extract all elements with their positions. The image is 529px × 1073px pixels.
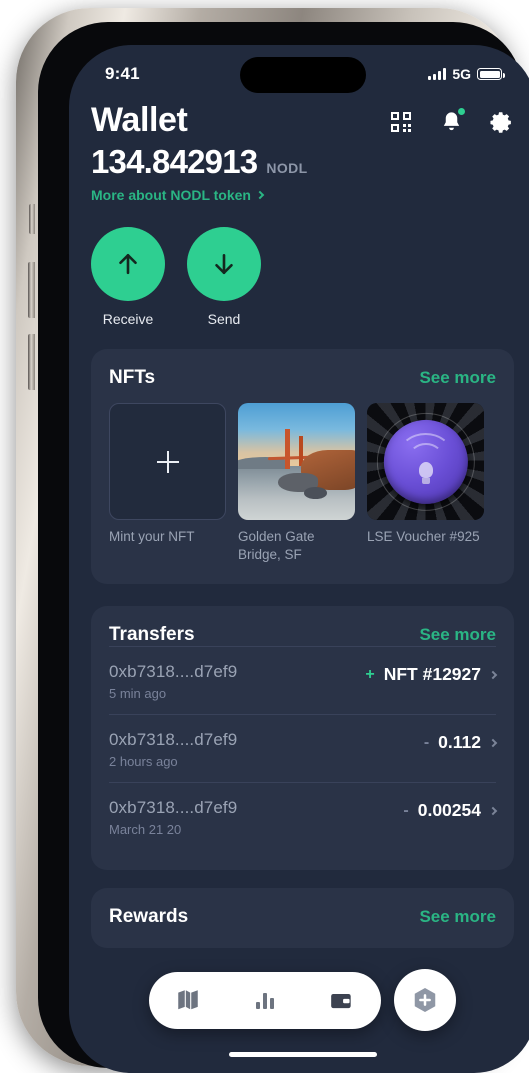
transfer-sign: + (365, 665, 375, 683)
transfer-address: 0xb7318....d7ef9 (109, 798, 238, 818)
map-icon[interactable] (175, 987, 201, 1013)
transfer-amount-group: - 0.112 (423, 730, 498, 753)
add-button[interactable] (394, 969, 456, 1031)
battery-icon (477, 68, 505, 80)
balance-unit: NODL (266, 160, 308, 176)
page-title: Wallet (91, 101, 188, 139)
mint-nft-placeholder (109, 403, 226, 520)
rewards-title: Rewards (109, 906, 189, 928)
nft-item[interactable]: Golden Gate Bridge, SF (238, 403, 355, 564)
nfts-list: Mint your NFT Golden Gate Bridge, SF LSE… (109, 403, 496, 564)
signal-bars-icon (428, 68, 447, 80)
home-indicator (228, 1052, 377, 1057)
bar-chart-icon[interactable] (252, 987, 278, 1013)
transfer-time: March 21 20 (109, 822, 182, 838)
receive-button[interactable]: Receive (91, 227, 165, 327)
table-row[interactable]: 0xb7318....d7ef9 5 min ago + NFT #12927 (109, 646, 498, 714)
nft-caption: Golden Gate Bridge, SF (238, 529, 315, 563)
nft-caption: Mint your NFT (109, 529, 195, 544)
more-about-token-link[interactable]: More about NODL token (91, 187, 514, 203)
table-row[interactable]: 0xb7318....d7ef9 March 21 20 - 0.00254 (109, 782, 498, 850)
wallet-app: Wallet 134.842913 NODL More about NODL t… (69, 45, 529, 1073)
transfer-address: 0xb7318....d7ef9 (109, 730, 238, 750)
rewards-see-more-link[interactable]: See more (419, 907, 496, 927)
transfer-info: 0xb7318....d7ef9 2 hours ago (109, 730, 237, 769)
silent-switch[interactable] (29, 204, 35, 234)
transfer-info: 0xb7318....d7ef9 March 21 20 (109, 798, 237, 837)
nft-mint-item[interactable]: Mint your NFT (109, 403, 226, 564)
transfer-time: 2 hours ago (109, 754, 178, 770)
status-indicators: 5G (428, 66, 505, 82)
rewards-card-header: Rewards See more (109, 906, 496, 928)
nft-thumbnail-lse-voucher (367, 403, 484, 520)
chevron-right-icon (488, 670, 498, 680)
status-time: 9:41 (105, 64, 140, 83)
action-buttons: Receive Send (91, 227, 514, 327)
transfers-card: Transfers See more 0xb7318....d7ef9 5 mi… (91, 606, 514, 871)
chevron-right-icon (255, 190, 265, 200)
wallet-icon[interactable] (329, 987, 355, 1013)
nfts-card: NFTs See more Mint your NFT Golden Gate … (91, 349, 514, 585)
arrow-up-icon (119, 253, 137, 275)
screenshot-stage: 9:41 5G Wallet 134.842913 NODL More abou… (0, 0, 529, 1073)
nfts-card-header: NFTs See more (109, 367, 496, 389)
phone-screen: 9:41 5G Wallet 134.842913 NODL More abou… (69, 45, 529, 1073)
hexagon-plus-icon (414, 988, 436, 1012)
header-actions (388, 108, 514, 135)
lse-voucher-artwork (367, 403, 484, 520)
gear-icon[interactable] (488, 109, 514, 135)
transfers-card-header: Transfers See more (109, 624, 496, 646)
transfer-sign: - (423, 733, 430, 751)
receive-button-label: Receive (102, 311, 154, 327)
golden-gate-artwork (238, 403, 355, 520)
transfer-amount: 0.00254 (417, 800, 481, 821)
balance-row: 134.842913 NODL (91, 143, 514, 181)
transfers-see-more-link[interactable]: See more (419, 625, 496, 645)
chevron-right-icon (488, 738, 498, 748)
send-button-label: Send (207, 311, 241, 327)
notification-badge (458, 108, 465, 115)
balance-amount: 134.842913 (91, 143, 258, 180)
chevron-right-icon (488, 806, 498, 816)
transfer-amount: NFT #12927 (383, 664, 481, 685)
transfer-info: 0xb7318....d7ef9 5 min ago (109, 662, 237, 701)
transfer-address: 0xb7318....d7ef9 (109, 662, 238, 682)
send-button[interactable]: Send (187, 227, 261, 327)
nft-item[interactable]: LSE Voucher #925 (367, 403, 484, 564)
transfer-amount: 0.112 (438, 732, 481, 753)
bottom-navigation (69, 969, 529, 1031)
nav-bar (149, 971, 381, 1029)
volume-down-button[interactable] (28, 334, 35, 390)
nft-caption: LSE Voucher #925 (367, 529, 480, 544)
send-button-circle (187, 227, 261, 301)
qr-scan-icon[interactable] (388, 109, 414, 135)
volume-up-button[interactable] (28, 262, 35, 318)
nfts-see-more-link[interactable]: See more (419, 368, 496, 388)
arrow-down-icon (215, 253, 233, 275)
rewards-card: Rewards See more (91, 888, 514, 949)
phone-frame: 9:41 5G Wallet 134.842913 NODL More abou… (16, 8, 529, 1073)
phone-bezel: 9:41 5G Wallet 134.842913 NODL More abou… (38, 22, 529, 1073)
app-header: Wallet (91, 103, 514, 137)
nfts-title: NFTs (109, 367, 156, 388)
transfer-amount-group: + NFT #12927 (365, 662, 498, 685)
transfers-title: Transfers (109, 624, 195, 646)
table-row[interactable]: 0xb7318....d7ef9 2 hours ago - 0.112 (109, 714, 498, 782)
transfer-amount-group: - 0.00254 (403, 798, 498, 821)
transfer-time: 5 min ago (109, 686, 167, 702)
transfer-sign: - (403, 801, 409, 819)
more-about-token-label: More about NODL token (91, 187, 251, 203)
network-label: 5G (452, 66, 471, 82)
plus-icon (156, 450, 179, 473)
receive-button-circle (91, 227, 165, 301)
dynamic-island (239, 57, 366, 93)
nft-thumbnail-golden-gate (238, 403, 355, 520)
bell-icon[interactable] (438, 108, 465, 135)
